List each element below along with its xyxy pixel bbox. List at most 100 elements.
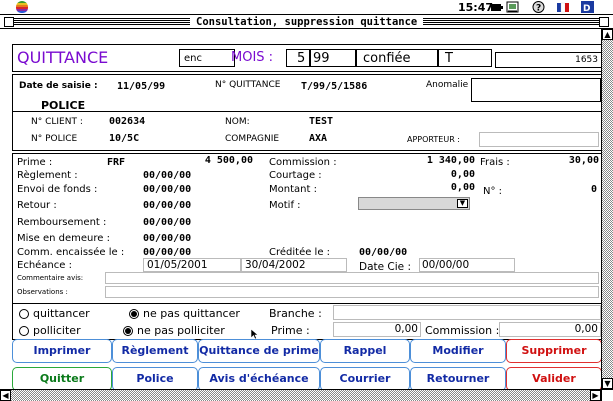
courtage-field[interactable]: 0,00 xyxy=(357,169,477,183)
envoi-field[interactable]: 00/00/00 xyxy=(143,184,255,198)
frais-field[interactable]: 30,00 xyxy=(517,155,601,169)
police-no-field[interactable]: 10/5C xyxy=(109,133,223,147)
echeance-label: Echéance : xyxy=(17,260,72,271)
etat-field[interactable]: confiée xyxy=(356,49,438,67)
police-no-label: N° POLICE xyxy=(31,134,78,144)
mois-field[interactable]: 5 xyxy=(286,49,310,67)
compagnie-field[interactable]: AXA xyxy=(307,133,407,147)
menubar-clock: 15:47 xyxy=(458,1,494,14)
resize-grip-icon[interactable] xyxy=(601,390,613,401)
retourner-button[interactable]: Retourner xyxy=(410,367,506,391)
ne-pas-polliciter-radio[interactable] xyxy=(123,326,133,336)
scroll-right-icon[interactable]: ▶ xyxy=(590,390,601,401)
details-panel: Prime : FRF 4 500,00 Règlement : 00/00/0… xyxy=(12,153,604,304)
observations-label: Observations : xyxy=(17,288,68,296)
courrier-button[interactable]: Courrier xyxy=(320,367,410,391)
police-panel: Date de saisie : 11/05/99 N° QUITTANCE T… xyxy=(12,74,604,151)
no-field[interactable]: 0 xyxy=(517,184,601,198)
help-icon[interactable]: ? xyxy=(532,1,545,13)
remboursement-label: Remboursement : xyxy=(17,217,107,228)
apporteur-label: APPORTEUR : xyxy=(407,135,460,144)
svg-text:D: D xyxy=(583,4,590,13)
code-field[interactable]: T xyxy=(438,49,492,67)
echeance-end-field[interactable]: 30/04/2002 xyxy=(241,258,347,272)
ne-pas-quittancer-radio[interactable] xyxy=(129,309,139,319)
demeure-field[interactable]: 00/00/00 xyxy=(143,233,255,247)
options-prime-field[interactable]: 0,00 xyxy=(333,322,421,337)
branche-field[interactable] xyxy=(333,305,601,320)
options-commission-field[interactable]: 0,00 xyxy=(499,322,601,337)
options-commission-label: Commission : xyxy=(425,324,500,337)
courtage-label: Courtage : xyxy=(269,170,322,181)
close-box-icon[interactable] xyxy=(4,17,14,27)
no-label: N° : xyxy=(483,186,503,197)
rappel-button[interactable]: Rappel xyxy=(320,339,410,363)
montant-field[interactable]: 0,00 xyxy=(357,182,477,196)
quittance-form: QUITTANCE enc MOIS : 5 99 confiée T 1653… xyxy=(0,29,604,391)
window-title-bar[interactable]: Consultation, suppression quittance xyxy=(0,15,613,29)
retour-field[interactable]: 00/00/00 xyxy=(143,200,255,214)
quittance-no-value: T/99/5/1586 xyxy=(301,81,368,92)
imprimer-button[interactable]: Imprimer xyxy=(12,339,112,363)
client-no-label: N° CLIENT : xyxy=(31,117,83,127)
observations-field[interactable] xyxy=(105,286,599,298)
keyboard-flag-icon[interactable] xyxy=(556,1,569,13)
prime-field[interactable]: 4 500,00 xyxy=(143,155,255,169)
vertical-scrollbar[interactable]: ▲ ▼ xyxy=(601,29,613,389)
supprimer-button[interactable]: Supprimer xyxy=(506,339,602,363)
anomalie-field[interactable] xyxy=(471,78,601,102)
creditee-label: Créditée le : xyxy=(269,247,331,258)
annee-field[interactable]: 99 xyxy=(310,49,356,67)
menu-bar: 15:47 ? D xyxy=(0,0,613,15)
prime-currency: FRF xyxy=(107,157,126,168)
commission-field[interactable]: 1 340,00 xyxy=(357,155,477,169)
horizontal-scrollbar[interactable]: ◀ ▶ xyxy=(0,389,613,401)
echeance-start-field[interactable]: 01/05/2001 xyxy=(143,258,241,272)
modifier-button[interactable]: Modifier xyxy=(410,339,506,363)
number-field[interactable]: 1653 xyxy=(495,52,603,68)
reglement-field[interactable]: 00/00/00 xyxy=(143,170,255,184)
motif-select[interactable]: ▼ xyxy=(358,197,470,210)
window-title: Consultation, suppression quittance xyxy=(190,15,424,28)
quittancer-radio[interactable] xyxy=(19,309,29,319)
commission-label: Commission : xyxy=(269,157,337,168)
ne-pas-polliciter-label[interactable]: ne pas polliciter xyxy=(137,324,225,337)
quitter-button[interactable]: Quitter xyxy=(12,367,112,391)
date-cie-field[interactable]: 00/00/00 xyxy=(419,258,515,272)
quittance-prime-button[interactable]: Quittance de prime xyxy=(198,339,320,363)
battery-icon xyxy=(491,4,503,11)
client-no-field[interactable]: 002634 xyxy=(109,116,223,130)
nom-label: NOM: xyxy=(225,117,250,127)
avis-echeance-button[interactable]: Avis d'échéance xyxy=(198,367,320,391)
retour-label: Retour : xyxy=(17,200,57,211)
quittancer-label[interactable]: quittancer xyxy=(33,307,90,320)
zoom-box-icon[interactable] xyxy=(599,17,609,27)
apple-menu-icon[interactable] xyxy=(16,1,28,13)
anomalie-label: Anomalie xyxy=(426,80,469,90)
police-button[interactable]: Police xyxy=(112,367,198,391)
commentaire-label: Commentaire avis: xyxy=(17,274,84,282)
ne-pas-quittancer-label[interactable]: ne pas quittancer xyxy=(143,307,240,320)
polliciter-label[interactable]: polliciter xyxy=(33,324,81,337)
compagnie-label: COMPAGNIE xyxy=(225,134,280,144)
branche-label: Branche : xyxy=(269,307,322,320)
reglement-button[interactable]: Règlement xyxy=(112,339,198,363)
apporteur-field[interactable] xyxy=(479,132,599,147)
status-field[interactable]: enc xyxy=(179,49,235,67)
comm-encaissee-label: Comm. encaissée le : xyxy=(17,247,125,258)
valider-button[interactable]: Valider xyxy=(506,367,602,391)
nom-field[interactable]: TEST xyxy=(307,116,601,130)
demeure-label: Mise en demeure : xyxy=(17,233,110,244)
scroll-left-icon[interactable]: ◀ xyxy=(0,390,11,401)
date-saisie-value: 11/05/99 xyxy=(117,81,166,92)
scroll-down-icon[interactable]: ▼ xyxy=(602,378,613,389)
remboursement-field[interactable]: 00/00/00 xyxy=(143,217,255,231)
polliciter-radio[interactable] xyxy=(19,326,29,336)
finder-icon[interactable] xyxy=(506,1,519,13)
montant-label: Montant : xyxy=(269,184,317,195)
commentaire-field[interactable] xyxy=(105,272,599,284)
application-icon[interactable]: D xyxy=(581,1,594,13)
motif-dropdown-icon[interactable]: ▼ xyxy=(457,199,468,208)
options-prime-label: Prime : xyxy=(271,324,310,337)
scroll-up-icon[interactable]: ▲ xyxy=(602,29,613,40)
